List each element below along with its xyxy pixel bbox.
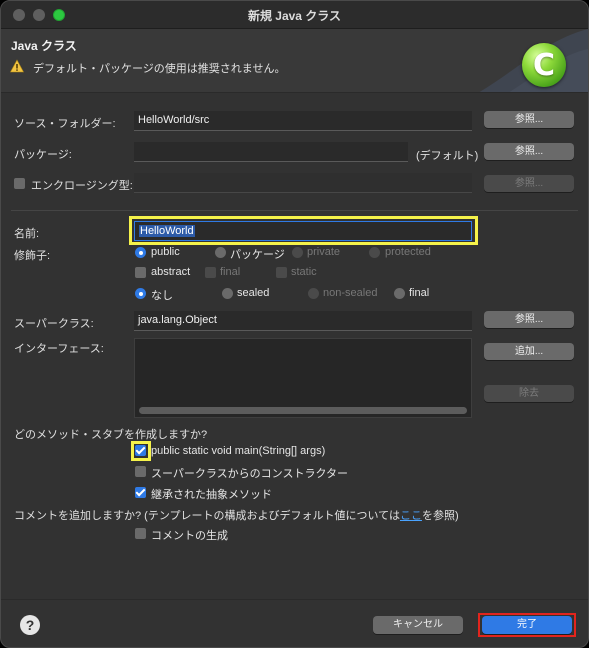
inherit-sealed-label: sealed xyxy=(237,287,270,299)
generate-comments-checkbox[interactable] xyxy=(135,528,146,539)
interfaces-label: インターフェース: xyxy=(14,343,104,355)
modifier-abstract-label: abstract xyxy=(151,266,191,278)
footer-separator xyxy=(1,599,588,600)
enclosing-type-checkbox[interactable] xyxy=(14,178,25,189)
generate-comments-label: コメントの生成 xyxy=(151,530,228,542)
comments-question-suffix: を参照) xyxy=(421,510,459,522)
enclosing-type-browse-button: 参照... xyxy=(484,175,574,192)
superclass-label: スーパークラス: xyxy=(14,318,94,330)
inherit-none-radio[interactable] xyxy=(135,288,146,299)
name-field[interactable]: HelloWorld xyxy=(134,221,472,241)
modifier-abstract-checkbox[interactable] xyxy=(135,267,146,278)
modifier-public-label: public xyxy=(151,246,180,258)
new-java-class-dialog: 新規 Java クラス Java クラス デフォルト・パッケージの使用は推奨され… xyxy=(0,0,589,648)
comments-question: コメントを追加しますか? (テンプレートの構成およびデフォルト値についてはここを… xyxy=(14,507,459,523)
stubs-question: どのメソッド・スタブを作成しますか? xyxy=(14,429,208,441)
window-title: 新規 Java クラス xyxy=(247,9,342,23)
finish-button[interactable]: 完了 xyxy=(482,616,572,634)
warning-icon xyxy=(10,59,24,73)
inherit-final-label: final xyxy=(409,287,430,299)
modifier-package-label: パッケージ xyxy=(230,249,285,261)
modifier-private-radio xyxy=(292,247,303,258)
package-label: パッケージ: xyxy=(14,149,72,161)
inherited-abstract-checkbox[interactable] xyxy=(135,487,146,498)
modifier-protected-radio xyxy=(369,247,380,258)
package-field[interactable] xyxy=(134,142,408,162)
name-field-value: HelloWorld xyxy=(139,225,195,237)
inherit-sealed-radio[interactable] xyxy=(222,288,233,299)
modifiers-label: 修飾子: xyxy=(14,250,51,262)
enclosing-type-field xyxy=(134,173,472,193)
add-interface-button[interactable]: 追加... xyxy=(484,343,574,360)
java-class-logo-icon: C xyxy=(522,43,566,87)
main-method-checkbox[interactable] xyxy=(135,445,146,456)
modifier-protected-label: protected xyxy=(385,246,431,258)
modifier-public-radio[interactable] xyxy=(135,247,146,258)
interfaces-list[interactable] xyxy=(134,338,472,418)
enclosing-type-label: エンクロージング型: xyxy=(31,180,133,192)
superclass-browse-button[interactable]: 参照... xyxy=(484,311,574,328)
modifier-final-label: final xyxy=(220,266,241,278)
inherit-non-sealed-radio xyxy=(308,288,319,299)
comments-question-prefix: コメントを追加しますか? (テンプレートの構成およびデフォルト値については xyxy=(14,510,400,522)
modifier-final-checkbox xyxy=(205,267,216,278)
modifier-static-checkbox xyxy=(276,267,287,278)
superclass-field[interactable]: java.lang.Object xyxy=(134,311,472,331)
package-default-hint: (デフォルト) xyxy=(416,150,479,162)
comments-template-link[interactable]: ここ xyxy=(400,510,422,522)
interfaces-horizontal-scrollbar[interactable] xyxy=(139,407,467,414)
inherit-final-radio[interactable] xyxy=(394,288,405,299)
source-folder-label: ソース・フォルダー: xyxy=(14,118,116,130)
remove-interface-button: 除去 xyxy=(484,385,574,402)
constructors-label: スーパークラスからのコンストラクター xyxy=(151,468,349,480)
modifier-private-label: private xyxy=(307,246,341,258)
title-bar: 新規 Java クラス xyxy=(1,1,588,29)
modifier-static-label: static xyxy=(291,266,317,278)
inherit-none-label: なし xyxy=(151,290,173,302)
source-folder-browse-button[interactable]: 参照... xyxy=(484,111,574,128)
banner-title: Java クラス xyxy=(11,39,77,53)
inherit-non-sealed-label: non-sealed xyxy=(323,287,378,299)
banner-message: デフォルト・パッケージの使用は推奨されません。 xyxy=(33,63,286,75)
wizard-banner: Java クラス デフォルト・パッケージの使用は推奨されません。 C xyxy=(1,29,588,93)
separator xyxy=(11,210,578,211)
name-label: 名前: xyxy=(14,228,40,240)
main-method-label: public static void main(String[] args) xyxy=(151,445,326,457)
inherited-abstract-label: 継承された抽象メソッド xyxy=(151,489,272,501)
help-icon[interactable]: ? xyxy=(20,615,40,635)
modifier-package-radio[interactable] xyxy=(215,247,226,258)
source-folder-field[interactable]: HelloWorld/src xyxy=(134,111,472,131)
package-browse-button[interactable]: 参照... xyxy=(484,143,574,160)
cancel-button[interactable]: キャンセル xyxy=(373,616,463,634)
constructors-checkbox[interactable] xyxy=(135,466,146,477)
